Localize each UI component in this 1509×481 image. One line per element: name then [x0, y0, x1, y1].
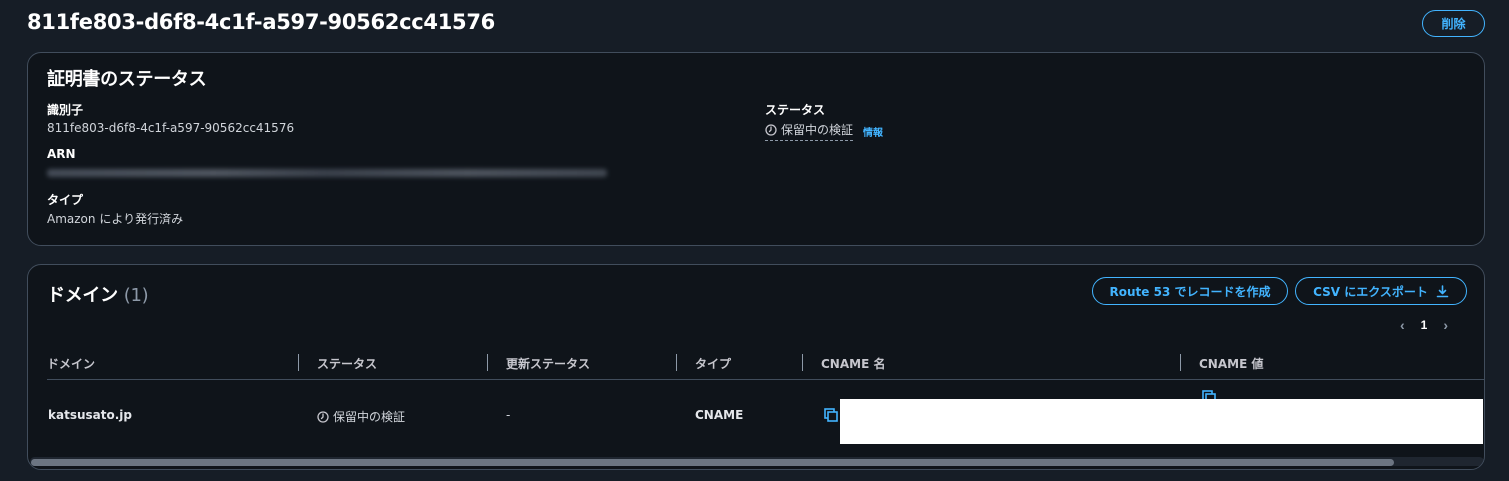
horizontal-scrollbar-thumb[interactable] — [31, 459, 1394, 466]
identifier-value: 811fe803-d6f8-4c1f-a597-90562cc41576 — [47, 121, 295, 135]
column-header-cname-value[interactable]: CNAME 値 — [1199, 355, 1263, 372]
create-records-route53-button[interactable]: Route 53 でレコードを作成 — [1092, 277, 1288, 305]
domains-panel-title: ドメイン (1) — [47, 281, 149, 307]
status-panel-title: 証明書のステータス — [47, 69, 207, 90]
delete-button[interactable]: 削除 — [1422, 10, 1485, 37]
column-resizer[interactable] — [487, 354, 488, 371]
clock-icon — [765, 123, 777, 136]
info-link[interactable]: 情報 — [863, 124, 883, 139]
row-status: 保留中の検証 — [317, 408, 405, 425]
certificate-status-panel: 証明書のステータス 識別子 811fe803-d6f8-4c1f-a597-90… — [27, 52, 1485, 246]
redacted-cname-values — [840, 399, 1483, 444]
pagination: ‹ 1 › — [1400, 317, 1448, 333]
status-value: 保留中の検証 情報 — [765, 121, 883, 141]
column-header-status[interactable]: ステータス — [317, 355, 377, 372]
chevron-right-icon[interactable]: › — [1443, 317, 1448, 333]
row-renewal-status: - — [506, 408, 511, 422]
column-resizer[interactable] — [802, 354, 803, 371]
type-value: Amazon により発行済み — [47, 212, 184, 226]
domains-count: (1) — [123, 285, 149, 306]
column-header-renewal-status[interactable]: 更新ステータス — [506, 355, 590, 372]
row-type: CNAME — [695, 408, 744, 422]
page-title: 811fe803-d6f8-4c1f-a597-90562cc41576 — [27, 10, 495, 34]
domains-title-text: ドメイン — [47, 285, 118, 306]
column-header-domain[interactable]: ドメイン — [47, 355, 95, 372]
domains-panel: ドメイン (1) Route 53 でレコードを作成 CSV にエクスポート ‹… — [27, 264, 1485, 470]
column-resizer[interactable] — [676, 354, 677, 371]
column-resizer[interactable] — [298, 354, 299, 371]
export-csv-button[interactable]: CSV にエクスポート — [1295, 277, 1467, 305]
download-icon — [1436, 284, 1449, 297]
row-domain: katsusato.jp — [48, 408, 132, 422]
export-csv-label: CSV にエクスポート — [1313, 284, 1428, 299]
status-label: ステータス — [765, 103, 826, 117]
page-number[interactable]: 1 — [1421, 318, 1428, 332]
row-status-text: 保留中の検証 — [333, 410, 406, 424]
identifier-label: 識別子 — [47, 103, 84, 117]
copy-icon[interactable] — [824, 408, 838, 422]
status-text: 保留中の検証 — [781, 123, 854, 137]
status-pending[interactable]: 保留中の検証 — [765, 121, 854, 141]
clock-icon — [317, 410, 329, 423]
arn-value-redacted — [47, 169, 607, 177]
table-header-divider — [47, 379, 1484, 380]
arn-label: ARN — [47, 147, 76, 161]
chevron-left-icon[interactable]: ‹ — [1400, 317, 1405, 333]
type-label: タイプ — [47, 193, 84, 207]
column-resizer[interactable] — [1180, 354, 1181, 371]
column-header-type[interactable]: タイプ — [695, 355, 731, 372]
column-header-cname-name[interactable]: CNAME 名 — [821, 355, 885, 372]
